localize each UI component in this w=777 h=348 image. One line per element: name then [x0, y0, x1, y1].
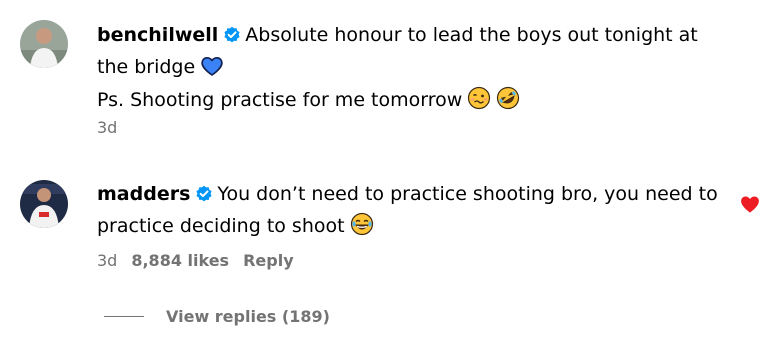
like-heart-icon[interactable]: [739, 194, 761, 218]
verified-badge-icon: [223, 24, 241, 53]
comment-time[interactable]: 3d: [97, 251, 117, 270]
divider: [104, 316, 144, 317]
comment-meta: 3d 8,884 likes Reply: [97, 251, 294, 270]
comment-meta: 3d: [97, 118, 117, 137]
blue-heart-icon: [200, 55, 224, 86]
view-replies-button[interactable]: View replies (189): [166, 307, 330, 326]
verified-badge-icon: [195, 183, 213, 212]
rofl-face-icon: [496, 86, 520, 119]
view-replies-row[interactable]: View replies (189): [104, 307, 330, 326]
comment-time[interactable]: 3d: [97, 118, 117, 137]
username[interactable]: benchilwell: [97, 24, 218, 46]
woozy-face-icon: [467, 86, 491, 119]
reply-button[interactable]: Reply: [243, 251, 294, 270]
comment-text: madders You don’t need to practice shooti…: [97, 180, 722, 245]
tears-of-joy-face-icon: [350, 212, 374, 245]
like-count[interactable]: 8,884 likes: [131, 251, 229, 270]
comment-body-line2: Ps. Shooting practise for me tomorrow: [97, 89, 463, 111]
username[interactable]: madders: [97, 183, 190, 205]
avatar[interactable]: [20, 180, 68, 228]
comment-text: benchilwell Absolute honour to lead the b…: [97, 21, 722, 119]
avatar[interactable]: [20, 20, 68, 68]
